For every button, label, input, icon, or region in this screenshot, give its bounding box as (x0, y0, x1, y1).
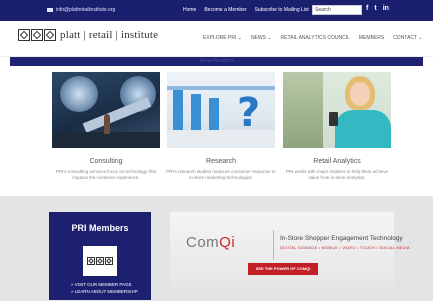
nav-members[interactable]: MEMBERS (359, 35, 384, 41)
members-title: PRI Members (71, 223, 129, 233)
logo-mark (18, 29, 56, 41)
ad-divider (273, 230, 274, 260)
top-link-home[interactable]: Home (183, 7, 196, 13)
question-mark-graphic: ? (237, 90, 261, 136)
consulting-image[interactable] (52, 72, 160, 148)
logo-box-icon (44, 29, 56, 41)
banner-text: Retail Analytics (200, 58, 234, 64)
comqi-ad[interactable]: ComQi In-Store Shopper Engagement Techno… (170, 212, 410, 289)
comqi-logo: ComQi (186, 234, 236, 251)
hero-banner-strip: Retail Analytics (10, 57, 423, 66)
main-nav: EXPLORE PRI ⌄ NEWS ⌄ RETAIL ANALYTICS CO… (203, 35, 422, 41)
members-logo (83, 246, 117, 276)
card-desc-retail-analytics: PRI works with major retailers to help t… (285, 169, 389, 180)
logo-box-icon (96, 257, 104, 265)
nav-contact[interactable]: CONTACT ⌄ (393, 35, 422, 41)
top-link-become-member[interactable]: Become a Member (204, 7, 246, 13)
top-utility-bar: info@plattretailinstitute.org Home Becom… (0, 0, 433, 21)
nav-news[interactable]: NEWS ⌄ (251, 35, 272, 41)
nav-explore-pri[interactable]: EXPLORE PRI ⌄ (203, 35, 242, 41)
search-input[interactable]: Search (312, 5, 362, 15)
logo-box-icon (18, 29, 30, 41)
linkedin-icon[interactable]: in (383, 5, 389, 12)
logo-box-icon (87, 257, 95, 265)
visit-member-page-link[interactable]: » VISIT OUR MEMBER PAGE (71, 282, 132, 287)
facebook-icon[interactable]: f (366, 5, 368, 12)
logo-text: platt | retail | institute (60, 29, 159, 41)
card-desc-consulting: PRI's consulting services focus on techn… (56, 169, 156, 180)
ad-subline: DIGITAL SIGNAGE • MOBILE • VIDEO • TOUCH… (280, 245, 410, 250)
site-header: platt | retail | institute EXPLORE PRI ⌄… (0, 21, 433, 57)
email-link[interactable]: info@plattretailinstitute.org (47, 7, 115, 13)
card-title-retail-analytics[interactable]: Retail Analytics (283, 158, 391, 165)
top-nav: Home Become a Member Subscribe to Mailin… (183, 7, 309, 13)
site-logo[interactable]: platt | retail | institute (18, 29, 158, 41)
ad-cta-button[interactable]: SEE THE POWER OF COMQI (248, 263, 318, 275)
email-text: info@plattretailinstitute.org (56, 7, 116, 13)
social-links: f t in (366, 5, 389, 12)
ad-headline: In-Store Shopper Engagement Technology (280, 235, 403, 242)
research-image[interactable]: ? (167, 72, 275, 148)
learn-membership-link[interactable]: » LEARN ABOUT MEMBERSHIP (71, 289, 138, 294)
logo-box-icon (31, 29, 43, 41)
card-title-consulting[interactable]: Consulting (52, 158, 160, 165)
twitter-icon[interactable]: t (374, 5, 376, 12)
mail-icon (47, 8, 53, 12)
members-box: PRI Members » VISIT OUR MEMBER PAGE » LE… (49, 212, 151, 300)
logo-box-icon (105, 257, 113, 265)
card-desc-research: PRI's research studies measure consumer … (166, 169, 276, 180)
retail-analytics-image[interactable] (283, 72, 391, 148)
nav-retail-analytics-council[interactable]: RETAIL ANALYTICS COUNCIL (281, 35, 350, 41)
card-title-research[interactable]: Research (167, 158, 275, 165)
top-link-subscribe[interactable]: Subscribe to Mailing List (255, 7, 309, 13)
